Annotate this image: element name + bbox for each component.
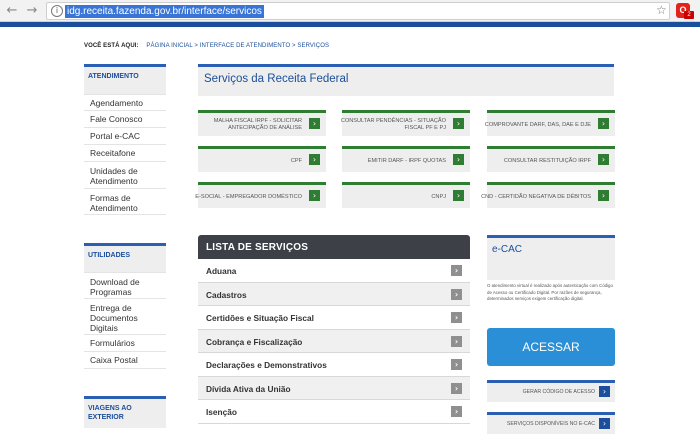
arrow-right-icon[interactable]: › xyxy=(451,359,462,370)
arrow-right-icon[interactable]: › xyxy=(309,118,320,129)
url-text[interactable]: idg.receita.fazenda.gov.br/interface/ser… xyxy=(65,5,264,18)
service-label: MALHA FISCAL IRPF - SOLICITAR ANTECIPAÇÃ… xyxy=(213,118,302,131)
arrow-right-icon[interactable]: › xyxy=(598,118,609,129)
extension-badge: 2 xyxy=(684,11,694,19)
arrow-right-icon[interactable]: › xyxy=(599,418,610,429)
sidebar-item-formas[interactable]: Formas de Atendimento xyxy=(84,189,166,215)
sidebar-item-formularios[interactable]: Formulários xyxy=(84,335,166,352)
gerar-codigo-link[interactable]: GERAR CÓDIGO DE ACESSO › xyxy=(487,380,615,402)
sidebar-item-agendamento[interactable]: Agendamento xyxy=(84,94,166,111)
service-card[interactable]: EMITIR DARF - IRPF QUOTAS › xyxy=(342,146,470,172)
sidebar-item-caixa-postal[interactable]: Caixa Postal xyxy=(84,352,166,369)
sidebar-item-unidades[interactable]: Unidades de Atendimento xyxy=(84,162,166,189)
service-list-label: Declarações e Demonstrativos xyxy=(206,360,327,370)
service-label: EMITIR DARF - IRPF QUOTAS xyxy=(367,157,446,164)
arrow-right-icon[interactable]: › xyxy=(451,265,462,276)
sidebar-item-download[interactable]: Download de Programas xyxy=(84,272,166,299)
arrow-right-icon[interactable]: › xyxy=(598,154,609,165)
service-list-item[interactable]: Certidões e Situação Fiscal › xyxy=(198,306,470,330)
service-label: CNPJ xyxy=(431,193,446,200)
service-label: CONSULTAR PENDÊNCIAS - SITUAÇÃO FISCAL P… xyxy=(340,118,446,131)
arrow-right-icon[interactable]: › xyxy=(598,190,609,201)
bookmark-star-icon[interactable]: ☆ xyxy=(656,3,667,17)
breadcrumb: VOCÊ ESTÁ AQUI: PÁGINA INICIAL > INTERFA… xyxy=(84,43,329,49)
service-list-label: Aduana xyxy=(206,266,237,276)
sidebar-utilidades: UTILIDADES Download de Programas Entrega… xyxy=(84,243,166,369)
service-card[interactable]: CND - CERTIDÃO NEGATIVA DE DÉBITOS › xyxy=(481,182,615,208)
link-label: SERVIÇOS DISPONÍVEIS NO E-CAC xyxy=(506,421,595,427)
sidebar-heading-viagens[interactable]: VIAGENS AO EXTERIOR xyxy=(84,396,166,428)
service-list-item[interactable]: Aduana › xyxy=(198,259,470,283)
service-list-label: Certidões e Situação Fiscal xyxy=(206,313,314,323)
service-label: E-SOCIAL - EMPREGADOR DOMÉSTICO xyxy=(195,193,302,200)
sidebar-item-entrega[interactable]: Entrega de Documentos Digitais xyxy=(84,299,166,335)
breadcrumb-label: VOCÊ ESTÁ AQUI: xyxy=(84,43,139,49)
service-list-label: Dívida Ativa da União xyxy=(206,383,291,394)
arrow-right-icon[interactable]: › xyxy=(451,312,462,323)
site-top-bar xyxy=(0,22,700,27)
sidebar-item-receitafone[interactable]: Receitafone xyxy=(84,145,166,162)
arrow-right-icon[interactable]: › xyxy=(451,335,462,347)
page-title: Serviços da Receita Federal xyxy=(204,73,349,85)
service-list-heading: LISTA DE SERVIÇOS xyxy=(198,235,470,259)
arrow-right-icon[interactable]: › xyxy=(599,386,610,397)
arrow-right-icon[interactable]: › xyxy=(451,382,462,394)
service-label: CONSULTAR RESTITUIÇÃO IRPF xyxy=(503,157,591,164)
ecac-description: O atendimento virtual é realizado após a… xyxy=(487,283,613,302)
arrow-right-icon[interactable]: › xyxy=(309,154,320,165)
service-card[interactable]: CPF › xyxy=(198,146,326,172)
servicos-ecac-link[interactable]: SERVIÇOS DISPONÍVEIS NO E-CAC › xyxy=(487,412,615,434)
breadcrumb-path[interactable]: PÁGINA INICIAL > INTERFACE DE ATENDIMENT… xyxy=(146,43,329,49)
arrow-right-icon[interactable]: › xyxy=(453,154,464,165)
link-label: GERAR CÓDIGO DE ACESSO xyxy=(522,389,595,395)
arrow-right-icon[interactable]: › xyxy=(451,288,462,300)
back-icon[interactable]: ← xyxy=(4,3,20,19)
arrow-right-icon[interactable]: › xyxy=(453,118,464,129)
service-card[interactable]: COMPROVANTE DARF, DAS, DAE E DJE › xyxy=(485,110,615,136)
browser-toolbar: ← → i idg.receita.fazenda.gov.br/interfa… xyxy=(0,0,700,22)
forward-icon[interactable]: → xyxy=(24,3,40,19)
service-card[interactable]: CONSULTAR PENDÊNCIAS - SITUAÇÃO FISCAL P… xyxy=(341,110,470,136)
service-list-label: Cadastros xyxy=(206,289,247,300)
address-bar[interactable]: i idg.receita.fazenda.gov.br/interface/s… xyxy=(46,2,670,20)
acessar-button[interactable]: ACESSAR xyxy=(487,328,615,366)
service-list-label: Isenção xyxy=(206,407,237,417)
service-label: CND - CERTIDÃO NEGATIVA DE DÉBITOS xyxy=(481,193,591,200)
service-label: COMPROVANTE DARF, DAS, DAE E DJE xyxy=(484,121,591,128)
service-list-item[interactable]: Cadastros › xyxy=(198,282,470,306)
service-label: CPF xyxy=(290,157,302,164)
arrow-right-icon[interactable]: › xyxy=(453,190,464,201)
service-card[interactable]: CNPJ › xyxy=(342,182,470,208)
service-list-label: Cobrança e Fiscalização xyxy=(206,336,303,347)
ecac-title: e-CAC xyxy=(487,235,615,280)
service-list-item[interactable]: Isenção › xyxy=(198,400,470,424)
services-title-box: Serviços da Receita Federal xyxy=(198,64,614,96)
service-card[interactable]: MALHA FISCAL IRPF - SOLICITAR ANTECIPAÇÃ… xyxy=(198,110,326,136)
service-list-item[interactable]: Declarações e Demonstrativos › xyxy=(198,353,470,377)
sidebar-viagens: VIAGENS AO EXTERIOR xyxy=(84,396,166,428)
arrow-right-icon[interactable]: › xyxy=(451,406,462,417)
arrow-right-icon[interactable]: › xyxy=(309,190,320,201)
service-card[interactable]: E-SOCIAL - EMPREGADOR DOMÉSTICO › xyxy=(195,182,326,208)
service-list-item[interactable]: Dívida Ativa da União › xyxy=(198,376,470,400)
info-icon[interactable]: i xyxy=(51,5,63,17)
ecac-panel: e-CAC O atendimento virtual é realizado … xyxy=(487,235,615,434)
service-card[interactable]: CONSULTAR RESTITUIÇÃO IRPF › xyxy=(487,146,615,172)
service-list: LISTA DE SERVIÇOS Aduana › Cadastros › Cer… xyxy=(198,235,470,428)
sidebar-heading: UTILIDADES xyxy=(84,243,166,272)
sidebar-item-fale-conosco[interactable]: Fale Conosco xyxy=(84,111,166,128)
sidebar-item-portal-ecac[interactable]: Portal e-CAC xyxy=(84,128,166,145)
sidebar-heading: ATENDIMENTO xyxy=(84,64,166,94)
sidebar-atendimento: ATENDIMENTO Agendamento Fale Conosco Por… xyxy=(84,64,166,215)
service-list-item[interactable]: Cobrança e Fiscalização › xyxy=(198,329,470,353)
